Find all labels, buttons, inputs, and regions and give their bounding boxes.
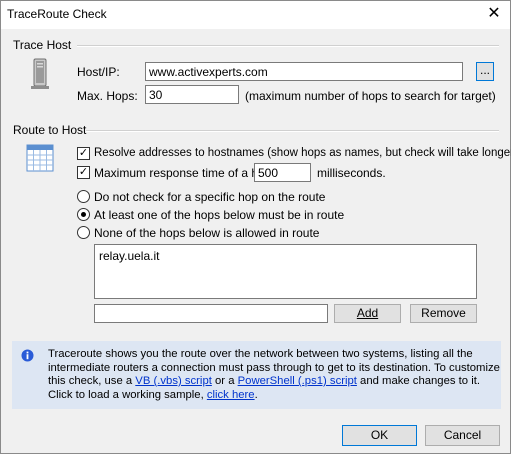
radio-no-check[interactable] [77,190,90,203]
vb-script-link[interactable]: VB (.vbs) script [135,375,212,387]
ok-button[interactable]: OK [342,425,417,446]
max-hops-hint: (maximum number of hops to search for ta… [245,89,496,103]
max-time-checkbox[interactable]: ✓ [77,166,90,179]
max-hops-label: Max. Hops: [77,89,138,103]
dialog-window: TraceRoute Check ✕ Trace Host Host/IP: w… [0,0,511,454]
info-line-3: this check, use a VB (.vbs) script or a … [48,375,481,387]
radio-none-allowed[interactable] [77,226,90,239]
route-section-label: Route to Host [13,123,87,137]
browse-button[interactable]: ... [476,62,494,81]
radio-no-check-label: Do not check for a specific hop on the r… [94,190,326,204]
cancel-button[interactable]: Cancel [425,425,500,446]
info-text: Traceroute shows you the route over the … [48,348,500,402]
window-title: TraceRoute Check [7,7,107,21]
max-time-unit: milliseconds. [317,166,386,180]
route-divider [86,130,499,132]
list-item[interactable]: relay.uela.it [99,249,159,263]
radio-at-least-one[interactable] [77,208,90,221]
host-input[interactable]: www.activexperts.com [145,62,463,81]
new-hop-input[interactable] [94,304,328,323]
max-time-input[interactable]: 500 [254,163,311,182]
remove-button[interactable]: Remove [410,304,477,323]
info-icon [21,349,34,362]
trace-host-section-label: Trace Host [13,38,72,52]
title-bar: TraceRoute Check ✕ [1,1,510,29]
close-icon[interactable]: ✕ [484,4,504,24]
info-line-4: Click to load a working sample, click he… [48,388,258,401]
radio-none-allowed-label: None of the hops below is allowed in rou… [94,226,320,240]
host-label: Host/IP: [77,65,120,79]
server-icon [29,58,51,90]
info-line-1: Traceroute shows you the route over the … [48,348,473,360]
info-line-2: intermediate routers a connection must p… [48,361,500,374]
table-grid-icon [26,144,54,172]
powershell-script-link[interactable]: PowerShell (.ps1) script [238,375,357,387]
sample-link[interactable]: click here [207,389,255,401]
max-hops-input[interactable]: 30 [145,85,239,104]
trace-host-divider [77,45,499,47]
radio-at-least-one-label: At least one of the hops below must be i… [94,208,345,222]
max-time-label: Maximum response time of a hop: [94,166,275,180]
add-button[interactable]: Add [334,304,401,323]
resolve-label: Resolve addresses to hostnames (show hop… [94,147,511,159]
hops-listbox[interactable]: relay.uela.it [94,244,477,299]
info-panel: Traceroute shows you the route over the … [12,341,501,409]
resolve-checkbox[interactable]: ✓ [77,147,90,160]
